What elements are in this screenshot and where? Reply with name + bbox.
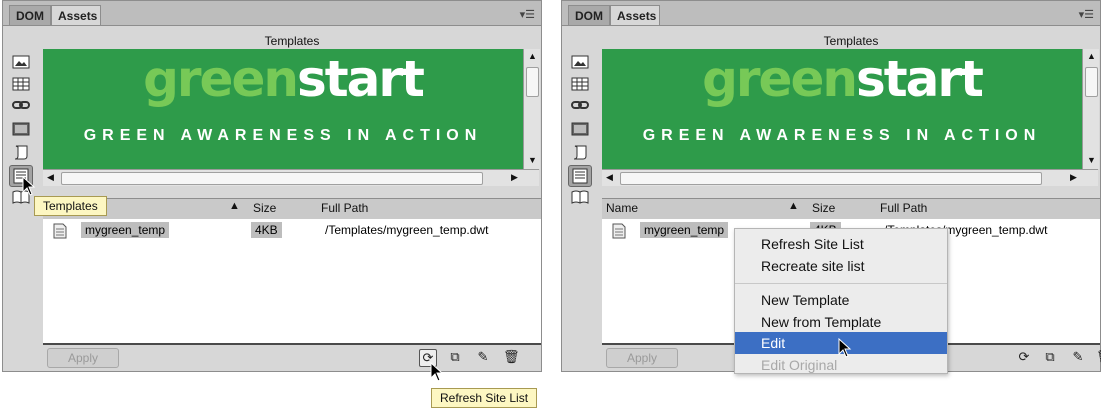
refresh-icon[interactable]: ⟳	[1016, 349, 1032, 365]
menu-item-new-template[interactable]: New Template	[735, 289, 947, 311]
preview-horizontal-scrollbar[interactable]: ◀ ▶	[602, 169, 1098, 186]
edit-icon[interactable]: ✎	[475, 349, 491, 365]
list-item[interactable]: mygreen_temp 4KB /Templates/mygreen_temp…	[43, 219, 541, 241]
grid-icon[interactable]	[11, 76, 31, 92]
tab-dom[interactable]: DOM	[568, 5, 610, 25]
image-icon[interactable]	[570, 54, 590, 70]
library-icon[interactable]	[570, 189, 590, 205]
greenstart-logo: greenstart	[143, 50, 425, 108]
column-full-path[interactable]: Full Path	[880, 201, 927, 215]
logo-tagline: GREEN AWARENESS IN ACTION	[83, 127, 483, 144]
template-file-icon	[612, 223, 626, 244]
menu-item-new-from-template[interactable]: New from Template	[735, 311, 947, 333]
template-name: mygreen_temp	[81, 222, 170, 238]
column-size[interactable]: Size	[253, 201, 276, 215]
mouse-cursor	[838, 338, 852, 358]
apply-button[interactable]: Apply	[606, 348, 678, 368]
templates-icon[interactable]	[568, 165, 592, 187]
column-full-path[interactable]: Full Path	[321, 201, 368, 215]
edit-icon[interactable]: ✎	[1070, 349, 1086, 365]
category-header: Templates	[823, 34, 879, 48]
list-column-header: Name ▲ Size Full Path	[602, 198, 1100, 220]
vertical-scroll-thumb[interactable]	[526, 67, 539, 97]
tab-assets[interactable]: Assets	[610, 5, 660, 25]
film-icon[interactable]	[570, 121, 590, 137]
grid-icon[interactable]	[570, 76, 590, 92]
script-icon[interactable]	[570, 144, 590, 160]
film-icon[interactable]	[11, 121, 31, 137]
preview-vertical-scrollbar[interactable]: ▲ ▼	[1082, 49, 1099, 169]
template-file-icon	[53, 223, 67, 244]
tab-dom[interactable]: DOM	[9, 5, 51, 25]
horizontal-scroll-thumb[interactable]	[61, 172, 483, 185]
trash-icon[interactable]: 🗑	[503, 349, 520, 365]
link-icon[interactable]	[11, 97, 31, 113]
templates-tooltip: Templates	[34, 196, 107, 216]
column-size[interactable]: Size	[812, 201, 835, 215]
template-size: 4KB	[251, 222, 282, 238]
tab-bar: DOM Assets ▾☰	[562, 1, 1100, 26]
template-preview: greenstart GREEN AWARENESS IN ACTION	[602, 49, 1082, 169]
image-icon[interactable]	[11, 54, 31, 70]
panel-menu-icon[interactable]: ▾☰	[1079, 8, 1094, 21]
list-column-header: ▲ Size Full Path	[43, 198, 541, 220]
assets-panel-left: DOM Assets ▾☰ Templates greenstart GREEN…	[2, 0, 542, 372]
horizontal-scroll-thumb[interactable]	[620, 172, 1042, 185]
category-header: Templates	[264, 34, 320, 48]
column-name[interactable]: Name	[606, 201, 638, 215]
preview-horizontal-scrollbar[interactable]: ◀ ▶	[43, 169, 539, 186]
menu-separator	[735, 283, 947, 284]
new-template-icon[interactable]: ⧉	[447, 349, 463, 365]
menu-item-refresh-site-list[interactable]: Refresh Site List	[735, 233, 947, 255]
template-preview: greenstart GREEN AWARENESS IN ACTION	[43, 49, 523, 169]
refresh-tooltip: Refresh Site List	[431, 388, 538, 408]
panel-bottom-bar: Apply ⟳ ⧉ ✎ 🗑	[43, 345, 541, 371]
trash-icon[interactable]: 🗑	[1096, 349, 1101, 365]
tab-bar: DOM Assets ▾☰	[3, 1, 541, 26]
template-name: mygreen_temp	[640, 222, 729, 238]
greenstart-logo: greenstart	[702, 50, 984, 108]
mouse-cursor	[22, 176, 36, 196]
sort-ascending-icon[interactable]: ▲	[788, 200, 799, 212]
menu-item-recreate-site-list[interactable]: Recreate site list	[735, 255, 947, 277]
mouse-cursor	[430, 362, 444, 382]
template-path: /Templates/mygreen_temp.dwt	[325, 223, 489, 237]
apply-button[interactable]: Apply	[47, 348, 119, 368]
vertical-scroll-thumb[interactable]	[1085, 67, 1098, 97]
tab-assets[interactable]: Assets	[51, 5, 101, 25]
panel-menu-icon[interactable]: ▾☰	[520, 8, 535, 21]
new-template-icon[interactable]: ⧉	[1042, 349, 1058, 365]
template-list: mygreen_temp 4KB /Templates/mygreen_temp…	[43, 219, 541, 345]
logo-tagline: GREEN AWARENESS IN ACTION	[642, 127, 1042, 144]
sort-ascending-icon[interactable]: ▲	[229, 200, 240, 212]
script-icon[interactable]	[11, 144, 31, 160]
link-icon[interactable]	[570, 97, 590, 113]
preview-vertical-scrollbar[interactable]: ▲ ▼	[523, 49, 540, 169]
